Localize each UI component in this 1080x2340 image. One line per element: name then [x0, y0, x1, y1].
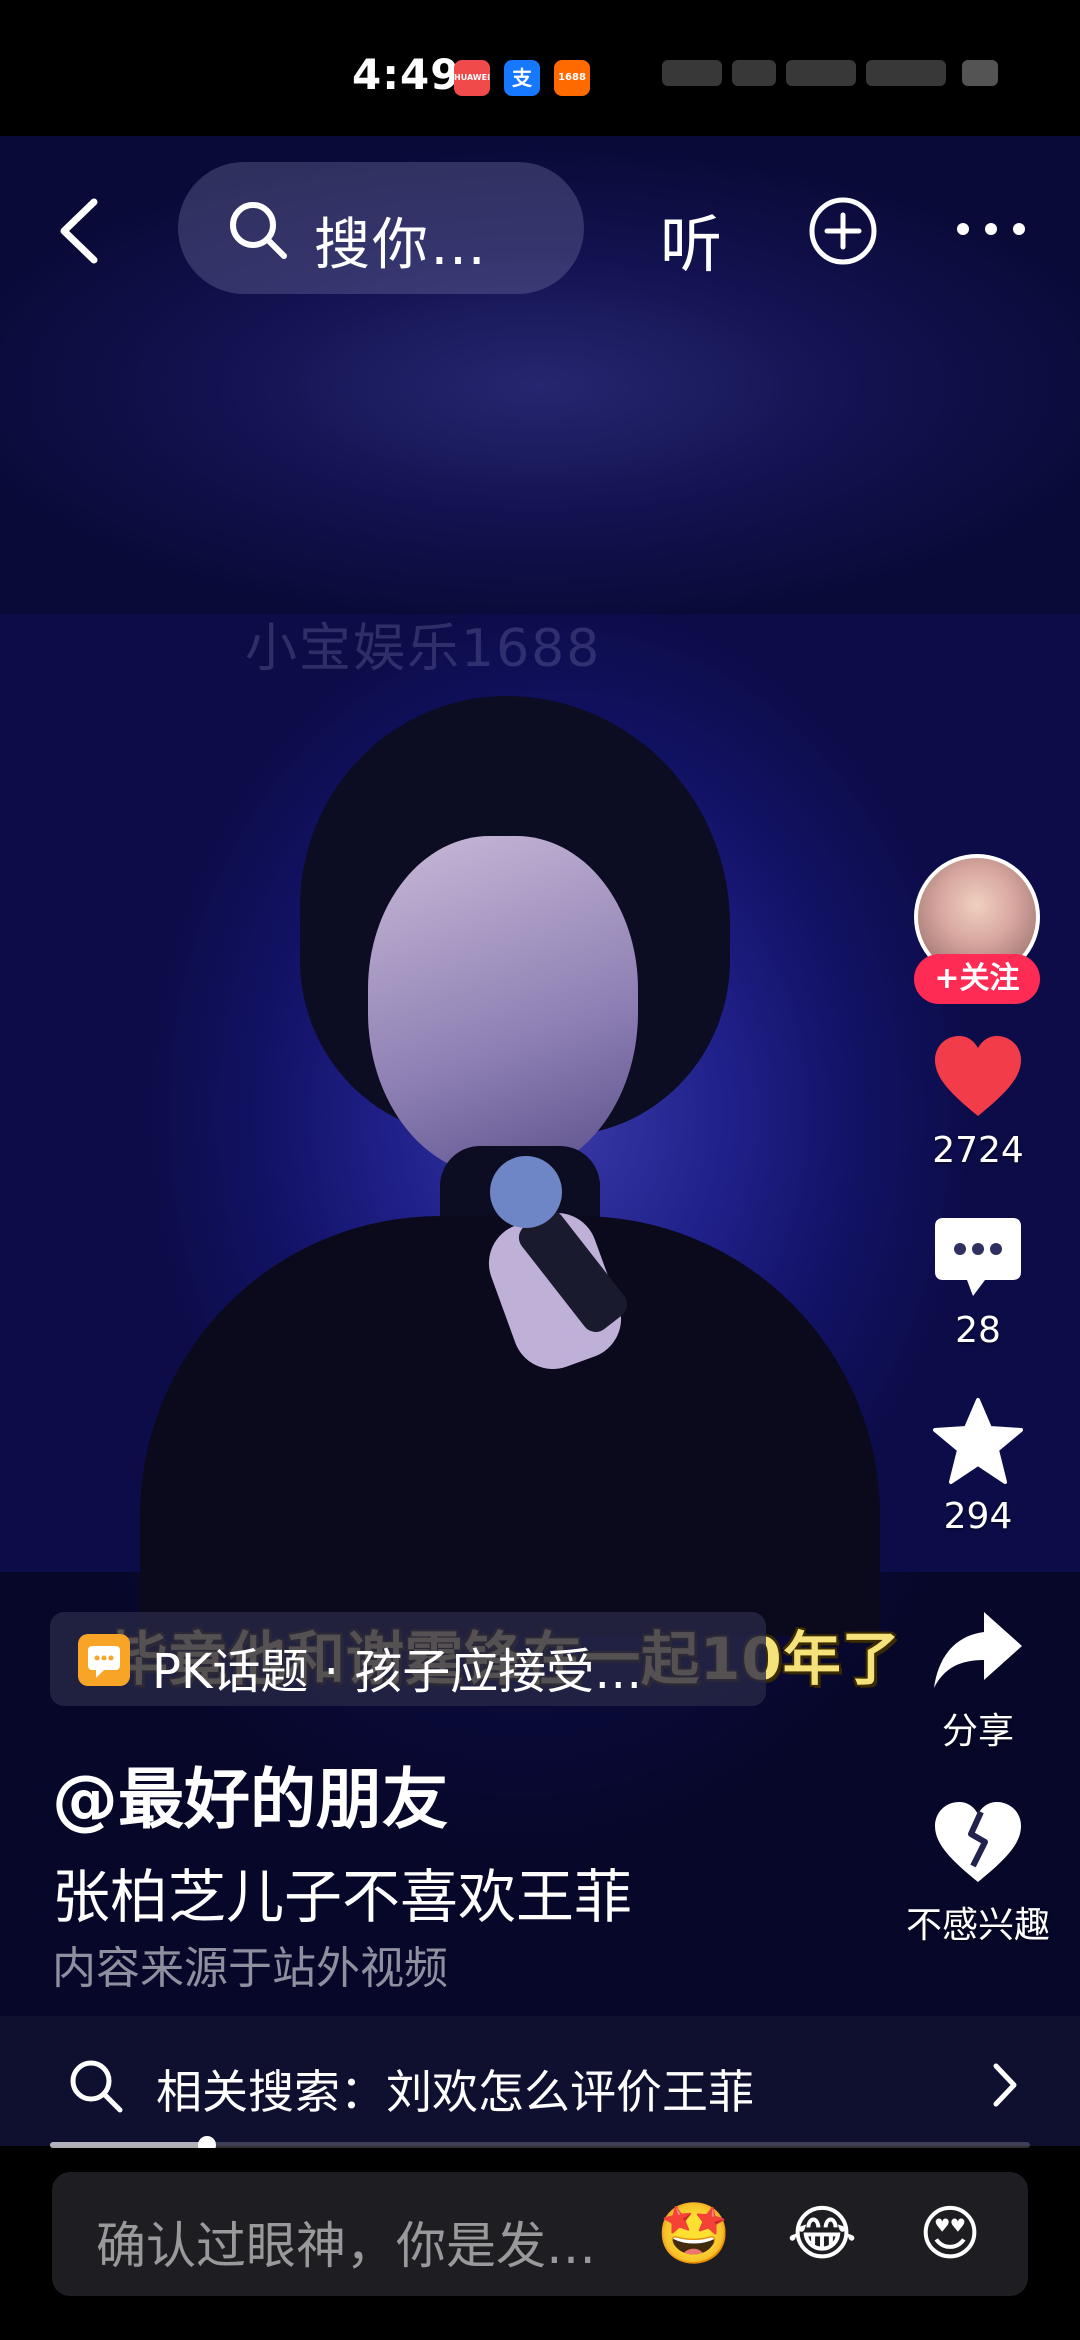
- search-box[interactable]: 搜你…: [178, 162, 584, 294]
- listen-button[interactable]: 听: [660, 194, 722, 284]
- broken-heart-icon: [935, 1802, 1021, 1882]
- comment-placeholder: 确认过眼神，你是发…: [96, 2217, 596, 2275]
- pk-topic-icon: [78, 1634, 130, 1686]
- comment-area: 确认过眼神，你是发… 🤩 😂 😍: [0, 2148, 1080, 2340]
- related-search-text: 相关搜索：刘欢怎么评价王菲: [156, 2065, 754, 2119]
- more-button[interactable]: [954, 214, 1028, 244]
- not-interested-button[interactable]: 不感兴趣: [900, 1800, 1056, 1948]
- heart-icon: [935, 1036, 1021, 1116]
- create-button[interactable]: [808, 196, 878, 266]
- star-icon: [933, 1398, 1023, 1484]
- pk-topic-chip[interactable]: PK话题 · 孩子应接受…: [50, 1612, 766, 1706]
- not-interested-label: 不感兴趣: [905, 1905, 1050, 1946]
- star-eyes-emoji-button[interactable]: 🤩: [652, 2192, 736, 2276]
- video-watermark: 小宝娱乐1688: [245, 619, 602, 679]
- singer-face: [368, 836, 638, 1176]
- huawei-app-icon: HUAWEI: [454, 60, 490, 96]
- author-name[interactable]: @最好的朋友: [52, 1746, 448, 1842]
- comment-button[interactable]: 28: [900, 1214, 1056, 1351]
- share-label: 分享: [941, 1711, 1014, 1752]
- favorite-button[interactable]: 294: [900, 1396, 1056, 1537]
- plus-circle-icon: [809, 197, 877, 265]
- search-icon: [70, 2060, 123, 2113]
- status-indicators: [662, 54, 1022, 90]
- more-dots-icon: [957, 223, 1025, 235]
- video-description: 张柏芝儿子不喜欢王菲: [52, 1863, 633, 1931]
- status-time: 4:49: [352, 50, 461, 99]
- comment-bubble-icon: [935, 1218, 1021, 1296]
- laughing-emoji-button[interactable]: 😂: [780, 2192, 864, 2276]
- favorite-count: 294: [943, 1496, 1013, 1537]
- pk-topic-text: PK话题 · 孩子应接受…: [152, 1644, 643, 1700]
- alipay-app-icon: 支: [504, 60, 540, 96]
- comment-count: 28: [955, 1310, 1001, 1351]
- status-bar: 4:49 HUAWEI 支 1688: [0, 0, 1080, 136]
- source-note: 内容来源于站外视频: [52, 1943, 448, 1994]
- share-arrow-icon: [934, 1612, 1022, 1688]
- heart-eyes-emoji-button[interactable]: 😍: [908, 2192, 992, 2276]
- chevron-left-icon: [60, 198, 98, 264]
- related-search-bar[interactable]: 相关搜索：刘欢怎么评价王菲: [0, 2016, 1080, 2146]
- back-button[interactable]: [50, 196, 110, 266]
- chevron-right-icon: [993, 2063, 1017, 2107]
- search-icon: [230, 202, 287, 259]
- comment-input[interactable]: 确认过眼神，你是发… 🤩 😂 😍: [52, 2172, 1028, 2296]
- search-text: 搜你…: [314, 213, 488, 278]
- follow-button[interactable]: +关注: [914, 954, 1040, 1004]
- like-count: 2724: [932, 1130, 1024, 1171]
- share-button[interactable]: 分享: [900, 1608, 1056, 1754]
- like-button[interactable]: 2724: [900, 1034, 1056, 1171]
- 1688-app-icon: 1688: [554, 60, 590, 96]
